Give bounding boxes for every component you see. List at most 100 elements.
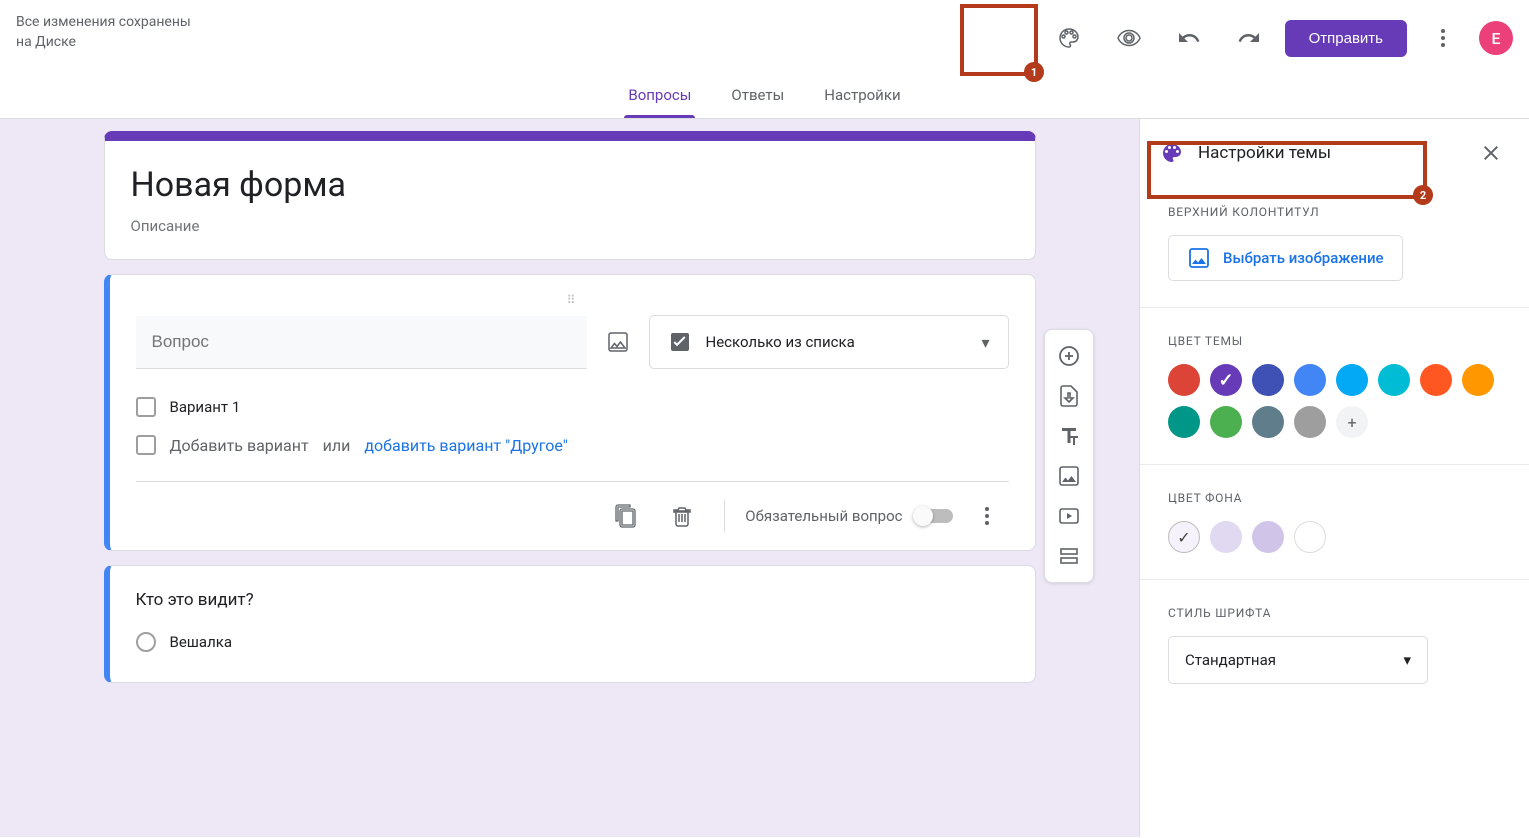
font-style-dropdown[interactable]: Стандартная ▾ — [1168, 636, 1428, 684]
option-text[interactable]: Вариант 1 — [170, 398, 241, 416]
add-image-button[interactable] — [605, 329, 631, 355]
account-avatar[interactable]: E — [1479, 21, 1513, 55]
image-icon — [606, 330, 630, 354]
form-canvas: Новая форма Описание ⠿ Несколько из спис… — [0, 119, 1139, 837]
bg-color-swatch[interactable] — [1168, 521, 1200, 553]
add-video-button[interactable] — [1051, 498, 1087, 534]
redo-icon — [1237, 26, 1261, 50]
question-type-dropdown[interactable]: Несколько из списка ▾ — [649, 315, 1009, 369]
section-title: ВЕРХНИЙ КОЛОНТИТУЛ — [1168, 205, 1501, 219]
annotation-badge-1: 1 — [1024, 62, 1044, 82]
option-row-1[interactable]: Вариант 1 — [136, 397, 1009, 417]
undo-button[interactable] — [1165, 14, 1213, 62]
tab-questions[interactable]: Вопросы — [624, 71, 695, 118]
section-icon — [1057, 544, 1081, 568]
theme-color-swatch[interactable] — [1168, 364, 1200, 396]
font-section: СТИЛЬ ШРИФТА Стандартная ▾ — [1140, 588, 1529, 702]
eye-icon — [1117, 26, 1141, 50]
import-icon — [1057, 384, 1081, 408]
theme-color-swatch[interactable] — [1210, 406, 1242, 438]
add-other-link[interactable]: добавить вариант "Другое" — [364, 436, 568, 455]
checkbox-icon — [668, 330, 692, 354]
required-label: Обязательный вопрос — [745, 507, 902, 525]
question-footer: Обязательный вопрос — [136, 481, 1009, 538]
section-title: СТИЛЬ ШРИФТА — [1168, 606, 1501, 620]
preview-button[interactable] — [1105, 14, 1153, 62]
tab-answers[interactable]: Ответы — [727, 71, 788, 118]
add-custom-color-button[interactable]: + — [1336, 406, 1368, 438]
theme-color-swatch[interactable] — [1420, 364, 1452, 396]
option-text[interactable]: Вешалка — [170, 633, 233, 651]
bg-color-swatch[interactable] — [1294, 521, 1326, 553]
annotation-highlight-1: 1 — [960, 4, 1038, 76]
form-title[interactable]: Новая форма — [131, 165, 1009, 205]
add-question-button[interactable] — [1051, 338, 1087, 374]
save-status: Все изменения сохранены на Диске — [16, 12, 191, 52]
form-description[interactable]: Описание — [131, 217, 1009, 235]
theme-color-swatch[interactable] — [1168, 406, 1200, 438]
tab-settings[interactable]: Настройки — [820, 71, 904, 118]
duplicate-button[interactable] — [604, 494, 648, 538]
import-questions-button[interactable] — [1051, 378, 1087, 414]
undo-icon — [1177, 26, 1201, 50]
add-title-button[interactable] — [1051, 418, 1087, 454]
theme-color-section: ЦВЕТ ТЕМЫ + — [1140, 316, 1529, 456]
delete-button[interactable] — [660, 494, 704, 538]
add-image-button[interactable] — [1051, 458, 1087, 494]
save-status-line2: на Диске — [16, 32, 191, 52]
dropdown-arrow-icon: ▾ — [981, 333, 989, 352]
theme-color-swatch[interactable] — [1294, 406, 1326, 438]
checkbox-icon — [136, 397, 156, 417]
theme-color-swatch[interactable] — [1378, 364, 1410, 396]
question-title-input[interactable] — [136, 316, 587, 369]
choose-image-label: Выбрать изображение — [1223, 249, 1384, 267]
theme-color-swatch[interactable] — [1252, 364, 1284, 396]
form-header-card[interactable]: Новая форма Описание — [104, 131, 1036, 260]
section-title: ЦВЕТ ТЕМЫ — [1168, 334, 1501, 348]
video-icon — [1057, 504, 1081, 528]
trash-icon — [670, 504, 694, 528]
dropdown-arrow-icon: ▾ — [1403, 651, 1411, 669]
image-icon — [1057, 464, 1081, 488]
more-vert-icon — [975, 504, 999, 528]
radio-icon — [136, 632, 156, 652]
question-card-1[interactable]: ⠿ Несколько из списка ▾ Вариант 1 — [104, 274, 1036, 551]
question-type-label: Несколько из списка — [706, 333, 968, 351]
checkbox-icon — [136, 435, 156, 455]
image-icon — [1187, 246, 1211, 270]
copy-icon — [614, 504, 638, 528]
choose-image-button[interactable]: Выбрать изображение — [1168, 235, 1403, 281]
close-theme-panel-button[interactable] — [1473, 135, 1509, 171]
annotation-badge-2: 2 — [1413, 185, 1433, 205]
question-more-button[interactable] — [965, 494, 1009, 538]
theme-color-swatch[interactable] — [1336, 364, 1368, 396]
required-toggle[interactable] — [915, 509, 953, 523]
option-row-q2-1[interactable]: Вешалка — [136, 632, 1009, 652]
bg-color-swatch[interactable] — [1252, 521, 1284, 553]
header-actions: Отправить E — [1045, 14, 1513, 62]
plus-circle-icon — [1057, 344, 1081, 368]
theme-color-swatch[interactable] — [1294, 364, 1326, 396]
bg-color-section: ЦВЕТ ФОНА — [1140, 473, 1529, 571]
add-section-button[interactable] — [1051, 538, 1087, 574]
close-icon — [1479, 141, 1503, 165]
drag-handle-icon[interactable]: ⠿ — [136, 293, 1009, 307]
question-2-title[interactable]: Кто это видит? — [136, 590, 1009, 610]
theme-color-grid: + — [1168, 364, 1501, 438]
add-option-link[interactable]: Добавить вариант — [170, 436, 309, 455]
more-options-button[interactable] — [1419, 14, 1467, 62]
theme-color-swatch[interactable] — [1252, 406, 1284, 438]
section-title: ЦВЕТ ФОНА — [1168, 491, 1501, 505]
question-card-2[interactable]: Кто это видит? Вешалка — [104, 565, 1036, 683]
customize-theme-button[interactable] — [1045, 14, 1093, 62]
redo-button[interactable] — [1225, 14, 1273, 62]
bg-color-swatch[interactable] — [1210, 521, 1242, 553]
theme-color-swatch[interactable] — [1210, 364, 1242, 396]
palette-icon — [1057, 26, 1081, 50]
main-area: Новая форма Описание ⠿ Несколько из спис… — [0, 119, 1529, 837]
app-header: Все изменения сохранены на Диске Отправи… — [0, 0, 1529, 71]
theme-color-swatch[interactable] — [1462, 364, 1494, 396]
save-status-line1: Все изменения сохранены — [16, 12, 191, 32]
send-button[interactable]: Отправить — [1285, 20, 1407, 57]
font-value: Стандартная — [1185, 651, 1276, 669]
